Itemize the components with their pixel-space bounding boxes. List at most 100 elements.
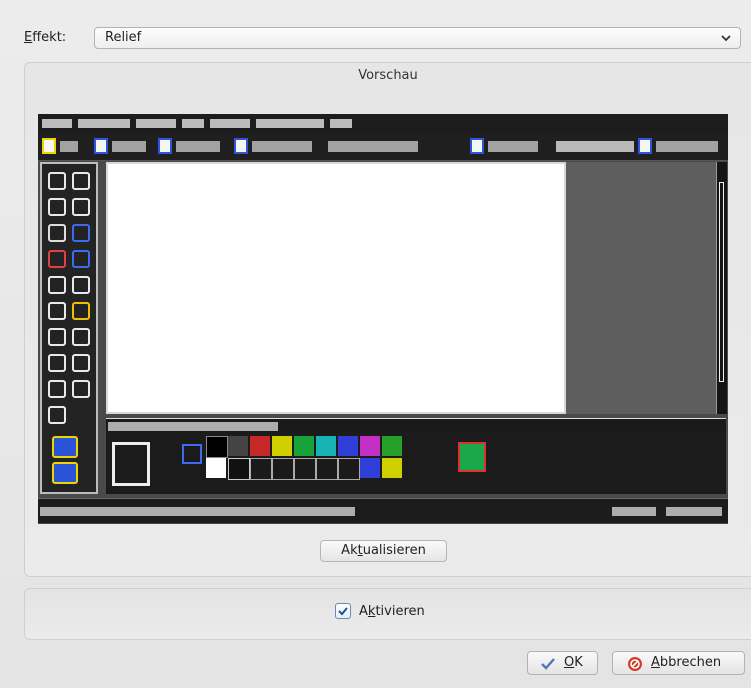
- preview-color-swatch: [382, 436, 402, 456]
- effect-dialog: Effekt: Relief Vorschau Aktualisieren Ak…: [0, 0, 751, 688]
- preview-toolbar-icon: [42, 138, 56, 154]
- chevron-down-icon: [721, 35, 731, 42]
- activate-label-start: A: [359, 604, 368, 619]
- effect-label-text: ffekt:: [32, 30, 67, 45]
- preview-tool: [48, 250, 66, 268]
- check-icon: [541, 658, 555, 670]
- preview-toolbar: [38, 134, 728, 161]
- preview-tool: [72, 172, 90, 190]
- preview-tool: [48, 354, 66, 372]
- activate-checkbox[interactable]: [335, 603, 351, 619]
- preview-canvas: [106, 162, 566, 414]
- preview-toolbar-text: [60, 141, 78, 152]
- preview-color-swatch: [112, 442, 150, 486]
- activate-label[interactable]: Aktivieren: [359, 604, 425, 619]
- cancel-label: Abbrechen: [651, 652, 721, 674]
- preview-color-swatch: [382, 458, 402, 478]
- preview-tool: [48, 224, 66, 242]
- preview-menu-item: [136, 119, 176, 128]
- refresh-button[interactable]: Aktualisieren: [320, 540, 447, 562]
- preview-image: [38, 114, 728, 524]
- preview-color-swatch: [316, 458, 338, 480]
- preview-color-swatch: [294, 436, 314, 456]
- effect-label-mnemonic: E: [24, 30, 33, 45]
- preview-toolbar-text: [252, 141, 312, 152]
- preview-color-swatch: [360, 436, 380, 456]
- preview-toolbar-icon: [94, 138, 108, 154]
- preview-toolbar-text: [488, 141, 538, 152]
- preview-tool: [72, 354, 90, 372]
- preview-menu-item: [210, 119, 250, 128]
- preview-tool: [72, 198, 90, 216]
- refresh-label-end: ualisieren: [362, 543, 426, 558]
- preview-palette: [106, 432, 726, 494]
- preview-color-swatch: [182, 444, 202, 464]
- effect-label: Effekt:: [24, 30, 66, 45]
- preview-color-swatch: [272, 436, 292, 456]
- preview-title: Vorschau: [358, 68, 418, 83]
- preview-tool: [48, 328, 66, 346]
- preview-tool: [52, 462, 78, 484]
- preview-toolbar-icon: [158, 138, 172, 154]
- preview-toolbar-icon: [470, 138, 484, 154]
- preview-color-swatch: [316, 436, 336, 456]
- preview-tool: [52, 436, 78, 458]
- preview-menu-item: [256, 119, 324, 128]
- preview-tool: [72, 276, 90, 294]
- preview-group: Vorschau Aktualisieren: [24, 62, 751, 577]
- preview-tool: [48, 406, 66, 424]
- activate-label-end: tivieren: [375, 604, 425, 619]
- preview-tool: [72, 250, 90, 268]
- preview-color-swatch: [360, 458, 380, 478]
- preview-toolbar-text: [176, 141, 220, 152]
- preview-menu-item: [42, 119, 72, 128]
- effect-dropdown[interactable]: Relief: [94, 27, 741, 49]
- preview-color-swatch: [250, 458, 272, 480]
- cancel-button[interactable]: Abbrechen: [612, 651, 745, 675]
- preview-tool: [48, 276, 66, 294]
- preview-menu-item: [330, 119, 352, 128]
- refresh-label-start: Ak: [341, 543, 358, 558]
- preview-toolbar-text: [112, 141, 146, 152]
- preview-statusbar: [38, 498, 728, 523]
- preview-status-text: [666, 507, 722, 516]
- preview-color-swatch: [458, 442, 486, 472]
- preview-tool: [48, 198, 66, 216]
- preview-color-swatch: [272, 458, 294, 480]
- ok-label-rest: K: [574, 655, 583, 670]
- preview-tool: [72, 328, 90, 346]
- ok-button[interactable]: OK: [527, 651, 598, 675]
- preview-tool: [48, 172, 66, 190]
- preview-menubar: [38, 114, 728, 134]
- preview-toolbar-text: [656, 141, 718, 152]
- preview-color-swatch: [228, 458, 250, 480]
- preview-toolbox: [40, 162, 98, 494]
- preview-scrollbar: [716, 162, 727, 414]
- check-icon: [338, 607, 348, 616]
- effect-dropdown-value: Relief: [105, 30, 142, 45]
- activate-group: Aktivieren: [24, 588, 751, 640]
- preview-menu-item: [182, 119, 204, 128]
- cancel-label-rest: bbrechen: [659, 655, 722, 670]
- preview-tool: [72, 224, 90, 242]
- preview-color-swatch: [250, 436, 270, 456]
- preview-color-swatch: [206, 436, 228, 458]
- ok-label-mnemonic: O: [564, 655, 575, 670]
- preview-toolbar-field: [556, 141, 634, 152]
- preview-toolbar-icon: [234, 138, 248, 154]
- preview-tool: [48, 302, 66, 320]
- preview-color-swatch: [228, 436, 248, 456]
- preview-color-swatch: [294, 458, 316, 480]
- preview-menu-item: [78, 119, 130, 128]
- preview-palette-text: [108, 422, 278, 431]
- ok-label: OK: [564, 652, 583, 674]
- preview-color-swatch: [338, 436, 358, 456]
- cancel-icon: [628, 657, 642, 671]
- preview-color-swatch: [206, 458, 226, 478]
- preview-gray-area: [566, 162, 716, 414]
- cancel-label-mnemonic: A: [651, 655, 660, 670]
- preview-status-text: [612, 507, 656, 516]
- preview-scroll-thumb: [719, 182, 724, 382]
- preview-toolbar-text: [328, 141, 418, 152]
- preview-palette-header: [106, 418, 726, 433]
